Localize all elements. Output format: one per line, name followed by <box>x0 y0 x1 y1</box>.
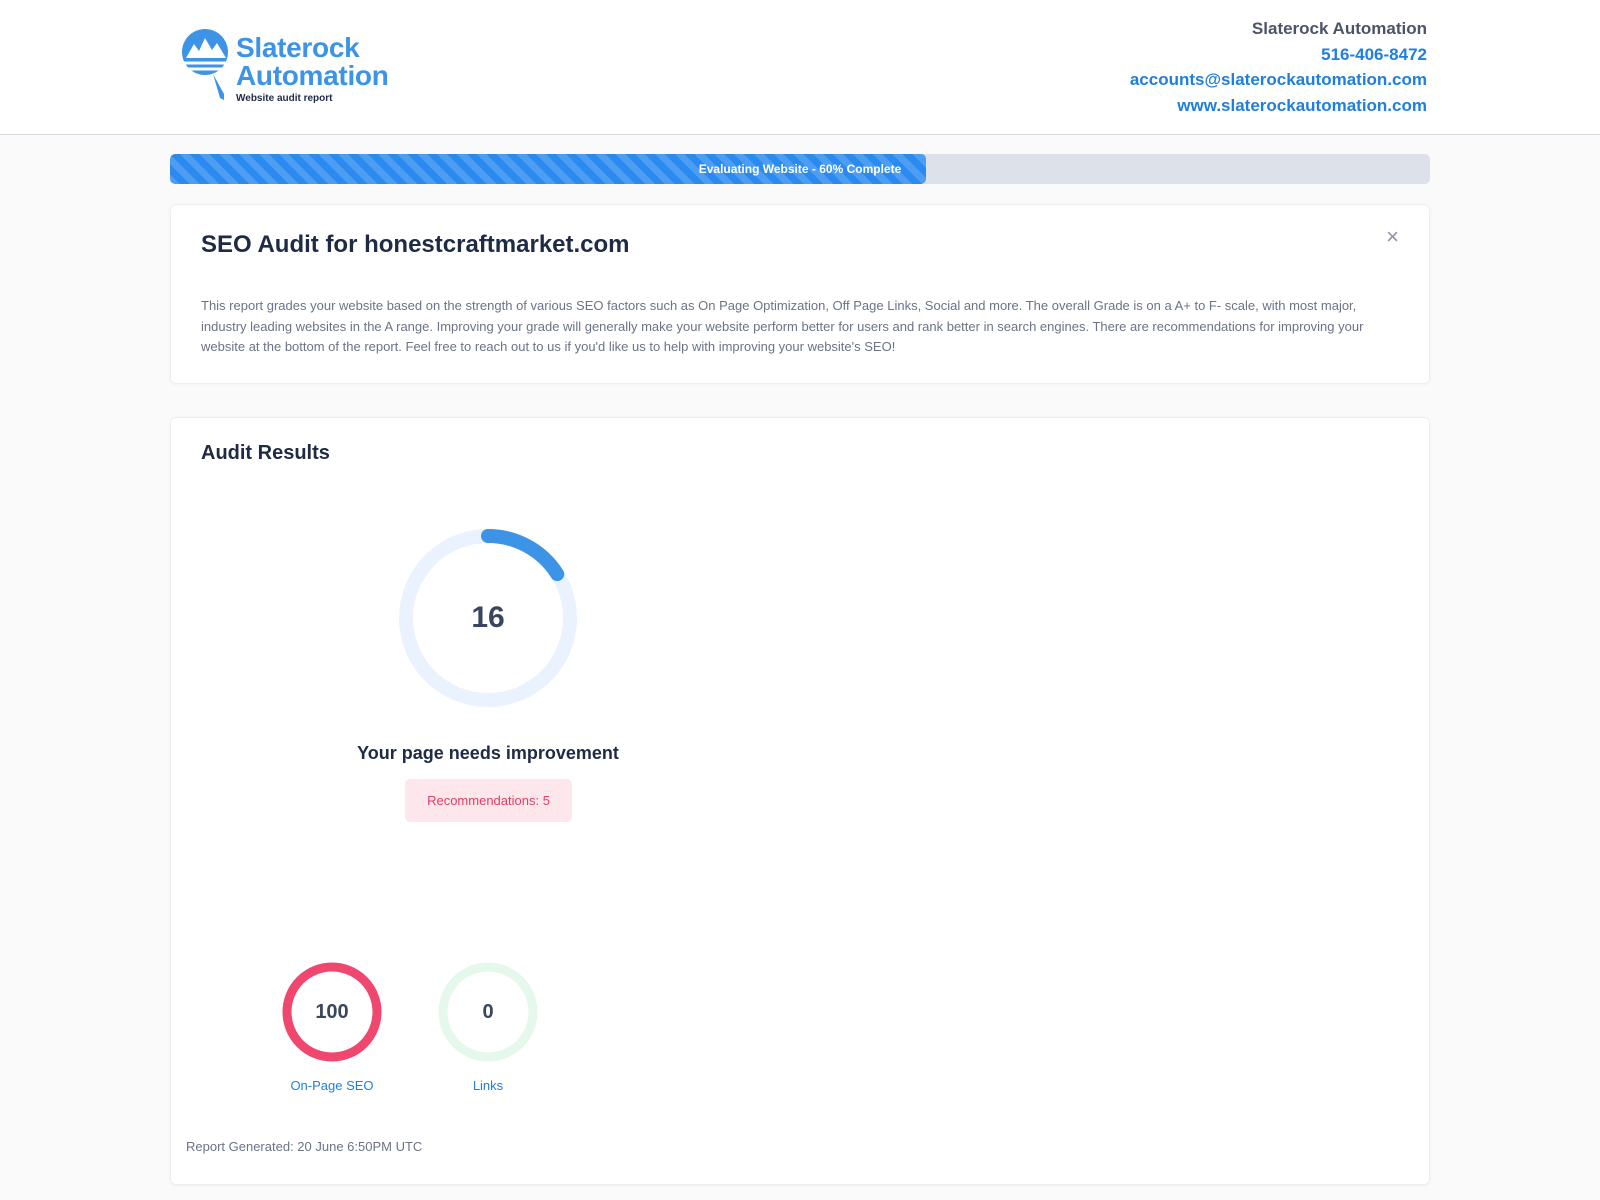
recommendations-badge[interactable]: Recommendations: 5 <box>405 779 572 822</box>
overall-score-value: 16 <box>471 601 505 634</box>
logo-tagline: Website audit report <box>236 93 333 104</box>
score-status: Your page needs improvement <box>357 743 619 763</box>
close-icon[interactable]: × <box>1386 225 1399 249</box>
on-page-seo-link[interactable]: On-Page SEO <box>252 1078 412 1093</box>
links-value: 0 <box>482 1000 494 1023</box>
email-link[interactable]: accounts@slaterockautomation.com <box>1130 67 1427 93</box>
audit-results-card: Audit Results <box>170 417 1430 1185</box>
audit-results-title: Audit Results <box>201 442 330 464</box>
contact-info: Slaterock Automation 516-406-8472 accoun… <box>1130 16 1427 118</box>
page-title: SEO Audit for honestcraftmarket.com <box>201 231 630 258</box>
progress-label: Evaluating Website - 60% Complete <box>698 162 902 176</box>
logo-wordmark: Slaterock Automation <box>236 32 389 91</box>
magnifier-logo-icon <box>182 29 228 100</box>
intro-card: SEO Audit for honestcraftmarket.com × Th… <box>170 204 1430 384</box>
logo[interactable]: Slaterock Automation Website audit repor… <box>180 22 430 106</box>
website-link[interactable]: www.slaterockautomation.com <box>1130 93 1427 119</box>
report-generated: Report Generated: 20 June 6:50PM UTC <box>186 1139 423 1154</box>
phone-link[interactable]: 516-406-8472 <box>1130 42 1427 68</box>
header: Slaterock Automation Website audit repor… <box>0 0 1600 135</box>
company-name: Slaterock Automation <box>1251 19 1427 38</box>
intro-description: This report grades your website based on… <box>201 298 1364 354</box>
on-page-seo-value: 100 <box>315 1000 349 1023</box>
progress-bar: Evaluating Website - 60% Complete <box>170 154 1430 184</box>
links-link[interactable]: Links <box>408 1078 568 1093</box>
